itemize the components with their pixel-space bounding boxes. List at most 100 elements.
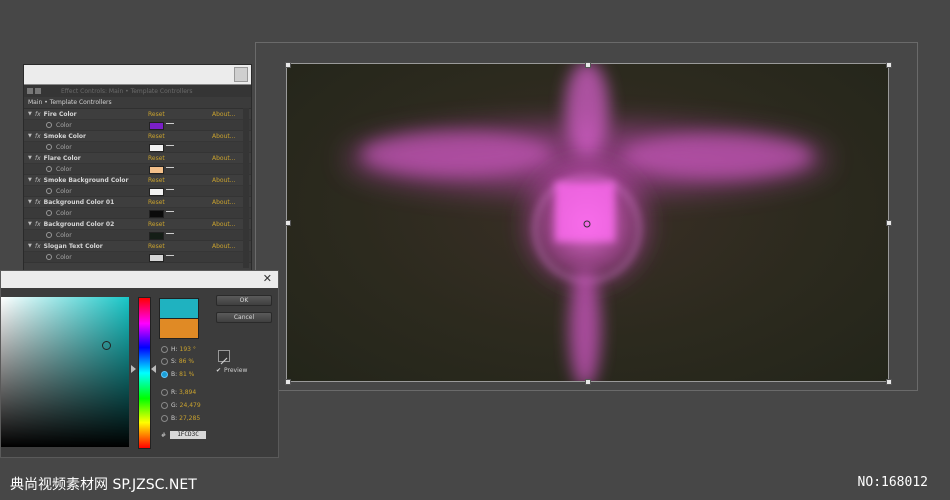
- effect-row[interactable]: ▼ fx Fire Color Reset About...: [24, 109, 251, 120]
- transform-handle[interactable]: [285, 62, 291, 68]
- panel-menu-icon[interactable]: [27, 88, 33, 94]
- color-field-cursor[interactable]: [102, 341, 111, 350]
- stopwatch-icon[interactable]: [46, 188, 52, 194]
- field-value[interactable]: 86 %: [179, 358, 194, 365]
- original-color-swatch[interactable]: [159, 318, 199, 339]
- reset-link[interactable]: Reset: [148, 243, 165, 250]
- transform-handle[interactable]: [585, 62, 591, 68]
- fx-toggle-icon[interactable]: fx: [35, 111, 41, 118]
- disclosure-triangle-icon[interactable]: ▼: [28, 155, 33, 161]
- disclosure-triangle-icon[interactable]: ▼: [28, 133, 33, 139]
- eyedropper-icon[interactable]: [166, 123, 174, 127]
- effect-row[interactable]: ▼ fx Smoke Color Reset About...: [24, 131, 251, 142]
- transform-handle[interactable]: [886, 379, 892, 385]
- color-field-row[interactable]: R: 3,894: [161, 386, 196, 398]
- about-link[interactable]: About...: [212, 199, 235, 206]
- stopwatch-icon[interactable]: [46, 122, 52, 128]
- cancel-button[interactable]: Cancel: [216, 312, 272, 323]
- reset-link[interactable]: Reset: [148, 177, 165, 184]
- fx-toggle-icon[interactable]: fx: [35, 243, 41, 250]
- color-swatch[interactable]: [149, 254, 164, 262]
- effect-row[interactable]: ▼ fx Smoke Background Color Reset About...: [24, 175, 251, 186]
- eyedropper-icon[interactable]: [218, 350, 230, 365]
- fx-toggle-icon[interactable]: fx: [35, 199, 41, 206]
- about-link[interactable]: About...: [212, 111, 235, 118]
- disclosure-triangle-icon[interactable]: ▼: [28, 199, 33, 205]
- eyedropper-icon[interactable]: [166, 211, 174, 215]
- field-value[interactable]: 3,894: [179, 389, 196, 396]
- hex-input[interactable]: 1FCD3C: [170, 431, 207, 439]
- about-link[interactable]: About...: [212, 177, 235, 184]
- color-field-row[interactable]: H: 193 °: [161, 343, 196, 355]
- color-field-row[interactable]: B: 81 %: [161, 368, 194, 380]
- reset-link[interactable]: Reset: [148, 221, 165, 228]
- radio-button[interactable]: [161, 357, 168, 365]
- stopwatch-icon[interactable]: [46, 232, 52, 238]
- transform-handle[interactable]: [285, 220, 291, 226]
- stopwatch-icon[interactable]: [46, 210, 52, 216]
- radio-button[interactable]: [161, 345, 168, 353]
- eyedropper-icon[interactable]: [166, 167, 174, 171]
- disclosure-triangle-icon[interactable]: ▼: [28, 111, 33, 117]
- reset-link[interactable]: Reset: [148, 155, 165, 162]
- lock-icon[interactable]: [35, 88, 41, 94]
- radio-button[interactable]: [161, 388, 168, 396]
- panel-close-button[interactable]: [234, 67, 248, 82]
- ok-button[interactable]: OK: [216, 295, 272, 306]
- scrollbar[interactable]: [243, 108, 249, 268]
- color-swatch[interactable]: [149, 122, 164, 130]
- close-icon[interactable]: ✕: [263, 272, 272, 285]
- tab-effect-controls[interactable]: Effect Controls: Main • Template Control…: [61, 88, 211, 95]
- color-swatch[interactable]: [149, 144, 164, 152]
- about-link[interactable]: About...: [212, 133, 235, 140]
- disclosure-triangle-icon[interactable]: ▼: [28, 221, 33, 227]
- reset-link[interactable]: Reset: [148, 199, 165, 206]
- color-swatch[interactable]: [149, 166, 164, 174]
- fx-toggle-icon[interactable]: fx: [35, 155, 41, 162]
- color-swatch[interactable]: [149, 210, 164, 218]
- eyedropper-icon[interactable]: [166, 145, 174, 149]
- about-link[interactable]: About...: [212, 221, 235, 228]
- hue-slider-arrow-left-icon[interactable]: [131, 365, 136, 373]
- color-field-row[interactable]: B: 27,285: [161, 412, 200, 424]
- reset-link[interactable]: Reset: [148, 133, 165, 140]
- hue-slider[interactable]: [138, 297, 151, 449]
- fx-toggle-icon[interactable]: fx: [35, 221, 41, 228]
- radio-button[interactable]: [161, 370, 168, 378]
- effect-row[interactable]: ▼ fx Slogan Text Color Reset About...: [24, 241, 251, 252]
- radio-button[interactable]: [161, 401, 168, 409]
- about-link[interactable]: About...: [212, 155, 235, 162]
- effect-row[interactable]: ▼ fx Background Color 02 Reset About...: [24, 219, 251, 230]
- field-value[interactable]: 81 %: [179, 371, 194, 378]
- color-swatch[interactable]: [149, 188, 164, 196]
- hue-slider-arrow-right-icon[interactable]: [151, 365, 156, 373]
- transform-handle[interactable]: [886, 62, 892, 68]
- about-link[interactable]: About...: [212, 243, 235, 250]
- fx-toggle-icon[interactable]: fx: [35, 133, 41, 140]
- preview-checkbox[interactable]: ✔ Preview: [216, 367, 247, 374]
- color-swatch[interactable]: [149, 232, 164, 240]
- color-field-row[interactable]: G: 24,479: [161, 399, 201, 411]
- effect-row[interactable]: ▼ fx Background Color 01 Reset About...: [24, 197, 251, 208]
- transform-handle[interactable]: [585, 379, 591, 385]
- effect-row[interactable]: ▼ fx Flare Color Reset About...: [24, 153, 251, 164]
- stopwatch-icon[interactable]: [46, 144, 52, 150]
- color-field-row[interactable]: S: 86 %: [161, 355, 194, 367]
- stopwatch-icon[interactable]: [46, 254, 52, 260]
- field-value[interactable]: 27,285: [179, 415, 200, 422]
- transform-handle[interactable]: [886, 220, 892, 226]
- composition-canvas[interactable]: [287, 64, 888, 381]
- disclosure-triangle-icon[interactable]: ▼: [28, 243, 33, 249]
- radio-button[interactable]: [161, 414, 168, 422]
- eyedropper-icon[interactable]: [166, 255, 174, 259]
- transform-handle[interactable]: [285, 379, 291, 385]
- eyedropper-icon[interactable]: [166, 233, 174, 237]
- disclosure-triangle-icon[interactable]: ▼: [28, 177, 33, 183]
- fx-toggle-icon[interactable]: fx: [35, 177, 41, 184]
- reset-link[interactable]: Reset: [148, 111, 165, 118]
- saturation-brightness-field[interactable]: [1, 297, 129, 447]
- field-value[interactable]: 193 °: [180, 346, 196, 353]
- field-value[interactable]: 24,479: [180, 402, 201, 409]
- panel-tab[interactable]: Effect Controls: Main • Template Control…: [24, 85, 251, 97]
- stopwatch-icon[interactable]: [46, 166, 52, 172]
